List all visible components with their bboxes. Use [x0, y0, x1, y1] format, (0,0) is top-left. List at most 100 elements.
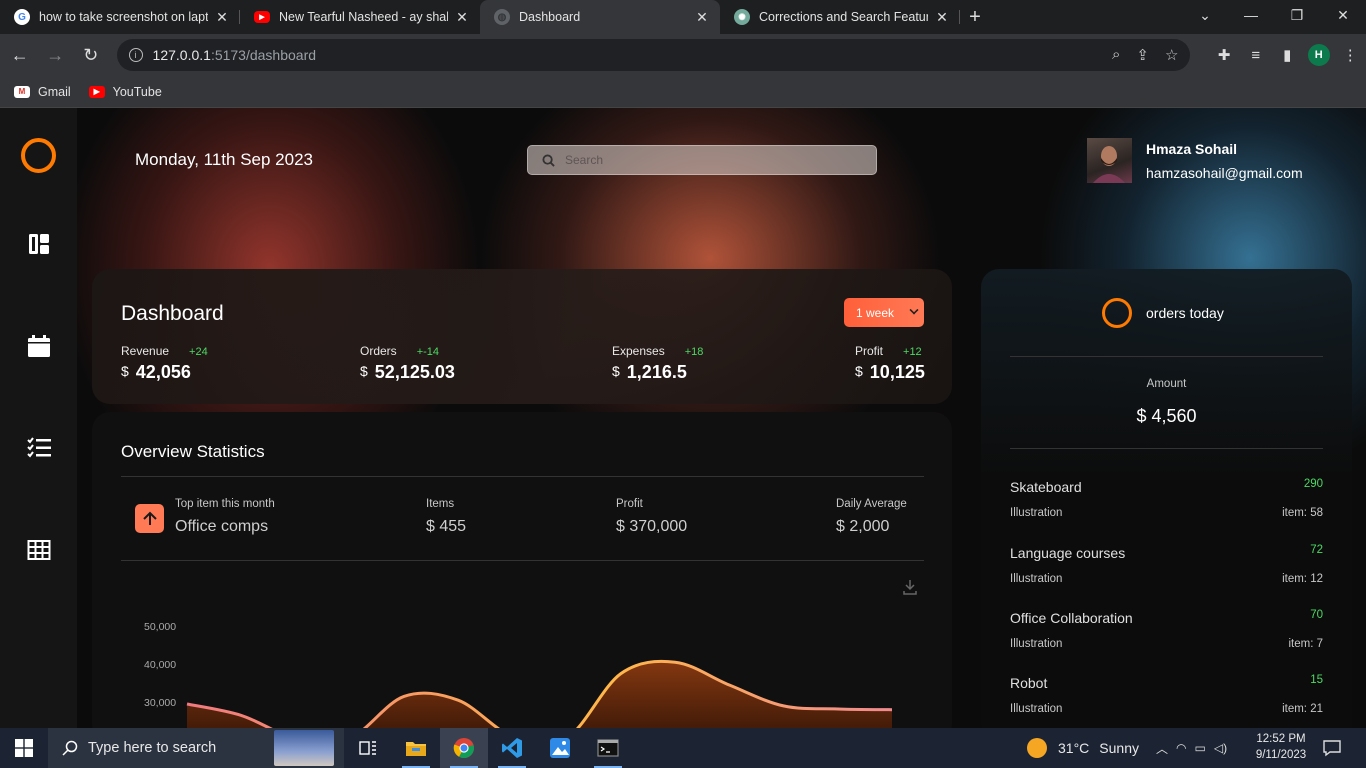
profile-avatar: H	[1307, 44, 1330, 66]
table-grid-icon[interactable]	[27, 538, 51, 562]
close-tab-icon[interactable]: ✕	[934, 9, 950, 26]
chrome-app[interactable]	[440, 728, 488, 768]
clock-date: 9/11/2023	[1255, 749, 1307, 761]
close-tab-icon[interactable]: ✕	[214, 9, 230, 26]
order-item-name: Robot	[1010, 675, 1048, 691]
youtube-icon: ▶	[254, 11, 270, 23]
chatgpt-icon: ✺	[734, 9, 750, 25]
stat-label: Profit	[855, 344, 884, 358]
bookmarks-bar: M Gmail ▶ YouTube	[0, 76, 1366, 108]
restore-button[interactable]: ❐	[1274, 0, 1320, 30]
back-button[interactable]: ←	[4, 39, 36, 71]
close-tab-icon[interactable]: ✕	[454, 9, 470, 26]
file-explorer-app[interactable]	[392, 728, 440, 768]
zoom-icon[interactable]: ⌕	[1112, 46, 1120, 64]
order-item-qty: item: 58	[1282, 507, 1323, 519]
stat-delta: +12	[903, 346, 922, 358]
order-item[interactable]: Office Collaboration 70 Illustration ite…	[1010, 609, 1323, 650]
battery-icon[interactable]: ▭	[1195, 741, 1206, 755]
photos-icon	[550, 738, 570, 758]
chevron-up-icon[interactable]: ︿	[1156, 740, 1168, 757]
close-window-button[interactable]: ✕	[1320, 0, 1366, 30]
volume-icon[interactable]: ◁)	[1214, 741, 1227, 755]
amount-value: $ 4,560	[1136, 406, 1197, 426]
tab-chatgpt[interactable]: ✺ Corrections and Search Feature ✕	[720, 0, 960, 34]
forward-button[interactable]: →	[40, 39, 72, 71]
order-item-name: Skateboard	[1010, 479, 1082, 495]
task-view-button[interactable]	[344, 728, 392, 768]
wifi-icon[interactable]: ◠	[1176, 741, 1186, 755]
stat-expenses: Expenses +18 $1,216.5	[612, 342, 703, 383]
system-tray: ︿ ◠ ▭ ◁)	[1156, 728, 1227, 768]
address-bar[interactable]: i 127.0.0.1:5173/dashboard ⌕ ⇪ ☆	[116, 39, 1191, 71]
media-control-icon[interactable]: ≡	[1240, 39, 1272, 71]
stat-label: Orders	[360, 344, 397, 358]
profile-button[interactable]: H	[1303, 39, 1335, 71]
side-panel-icon[interactable]: ▮	[1271, 39, 1303, 71]
vscode-app[interactable]	[488, 728, 536, 768]
search-icon	[62, 740, 78, 756]
dashboard-title: Dashboard	[121, 302, 224, 325]
dashboard-icon[interactable]	[27, 232, 51, 256]
minimize-button[interactable]: —	[1228, 0, 1274, 30]
windows-logo-icon	[15, 739, 33, 757]
order-item-name: Office Collaboration	[1010, 610, 1133, 626]
dashboard-page: Monday, 11th Sep 2023 Search Hmaza Sohai…	[0, 108, 1366, 728]
order-item[interactable]: Language courses 72 Illustration item: 1…	[1010, 544, 1323, 585]
order-item-category: Illustration	[1010, 638, 1063, 650]
weather-widget[interactable]: 31°C Sunny	[1027, 728, 1139, 768]
terminal-app[interactable]	[584, 728, 632, 768]
order-item[interactable]: Robot 15 Illustration item: 21	[1010, 674, 1323, 715]
tab-title: how to take screenshot on laptop	[39, 10, 208, 24]
search-input[interactable]: Search	[527, 145, 877, 175]
dashboard-summary-card: Dashboard 1 week Revenue +24 $42,056 Orde…	[92, 269, 952, 404]
weather-description: Sunny	[1099, 740, 1139, 756]
bookmark-gmail[interactable]: M Gmail	[14, 85, 71, 99]
amount-label: Amount	[1146, 378, 1187, 390]
photos-app[interactable]	[536, 728, 584, 768]
bookmark-label: Gmail	[38, 84, 71, 99]
site-info-icon[interactable]: i	[128, 48, 143, 62]
menu-icon[interactable]: ⋮	[1334, 39, 1366, 71]
logo-ring-icon[interactable]	[21, 138, 56, 173]
chrome-icon	[453, 738, 474, 759]
notification-icon[interactable]	[1322, 738, 1342, 758]
browser-toolbar: ← → ↻ i 127.0.0.1:5173/dashboard ⌕ ⇪ ☆ ✚…	[0, 34, 1366, 76]
tab-dashboard[interactable]: ◍ Dashboard ✕	[480, 0, 720, 34]
calendar-icon[interactable]	[27, 334, 51, 358]
user-name: Hmaza Sohail	[1146, 141, 1238, 157]
stat-label: Expenses	[612, 344, 665, 358]
avatar[interactable]	[1087, 138, 1132, 183]
tab-search-icon[interactable]: ⌄	[1182, 0, 1228, 30]
google-icon: G	[14, 9, 30, 25]
new-tab-button[interactable]: +	[960, 0, 990, 34]
system-clock[interactable]: 12:52 PM 9/11/2023	[1246, 731, 1316, 763]
orders-ring-icon	[1102, 298, 1132, 328]
tab-youtube[interactable]: ▶ New Tearful Nasheed - ay shaheed ✕	[240, 0, 480, 34]
order-item-qty: item: 7	[1288, 638, 1323, 650]
globe-icon: ◍	[494, 9, 510, 25]
close-tab-icon[interactable]: ✕	[694, 9, 710, 26]
taskbar-search-box[interactable]: Type here to search	[48, 728, 344, 768]
stat-delta: +24	[189, 346, 208, 358]
overview-statistics-card: Overview Statistics Top item this month …	[92, 412, 952, 728]
extensions-icon[interactable]: ✚	[1208, 39, 1240, 71]
terminal-icon	[597, 739, 619, 757]
stat-delta: +18	[684, 346, 704, 358]
start-button[interactable]	[0, 728, 48, 768]
order-item[interactable]: Skateboard 290 Illustration item: 58	[1010, 478, 1323, 519]
stat-label: Revenue	[121, 344, 170, 358]
vscode-icon	[502, 738, 522, 758]
window-controls: ⌄ — ❐ ✕	[1182, 0, 1366, 34]
tab-google-search[interactable]: G how to take screenshot on laptop ✕	[0, 0, 240, 34]
reload-button[interactable]: ↻	[75, 39, 107, 71]
bookmark-youtube[interactable]: ▶ YouTube	[88, 85, 162, 99]
checklist-icon[interactable]	[27, 436, 51, 460]
share-icon[interactable]: ⇪	[1136, 46, 1149, 64]
stat-profit: Profit +12 $10,125	[855, 342, 925, 383]
stat-value: 1,216.5	[626, 362, 687, 382]
bookmark-star-icon[interactable]: ☆	[1165, 46, 1178, 64]
orders-title: orders today	[1146, 305, 1224, 321]
orders-today-card: orders today Amount $ 4,560 Skateboard 2…	[981, 269, 1352, 728]
period-select[interactable]: 1 week	[844, 298, 924, 327]
